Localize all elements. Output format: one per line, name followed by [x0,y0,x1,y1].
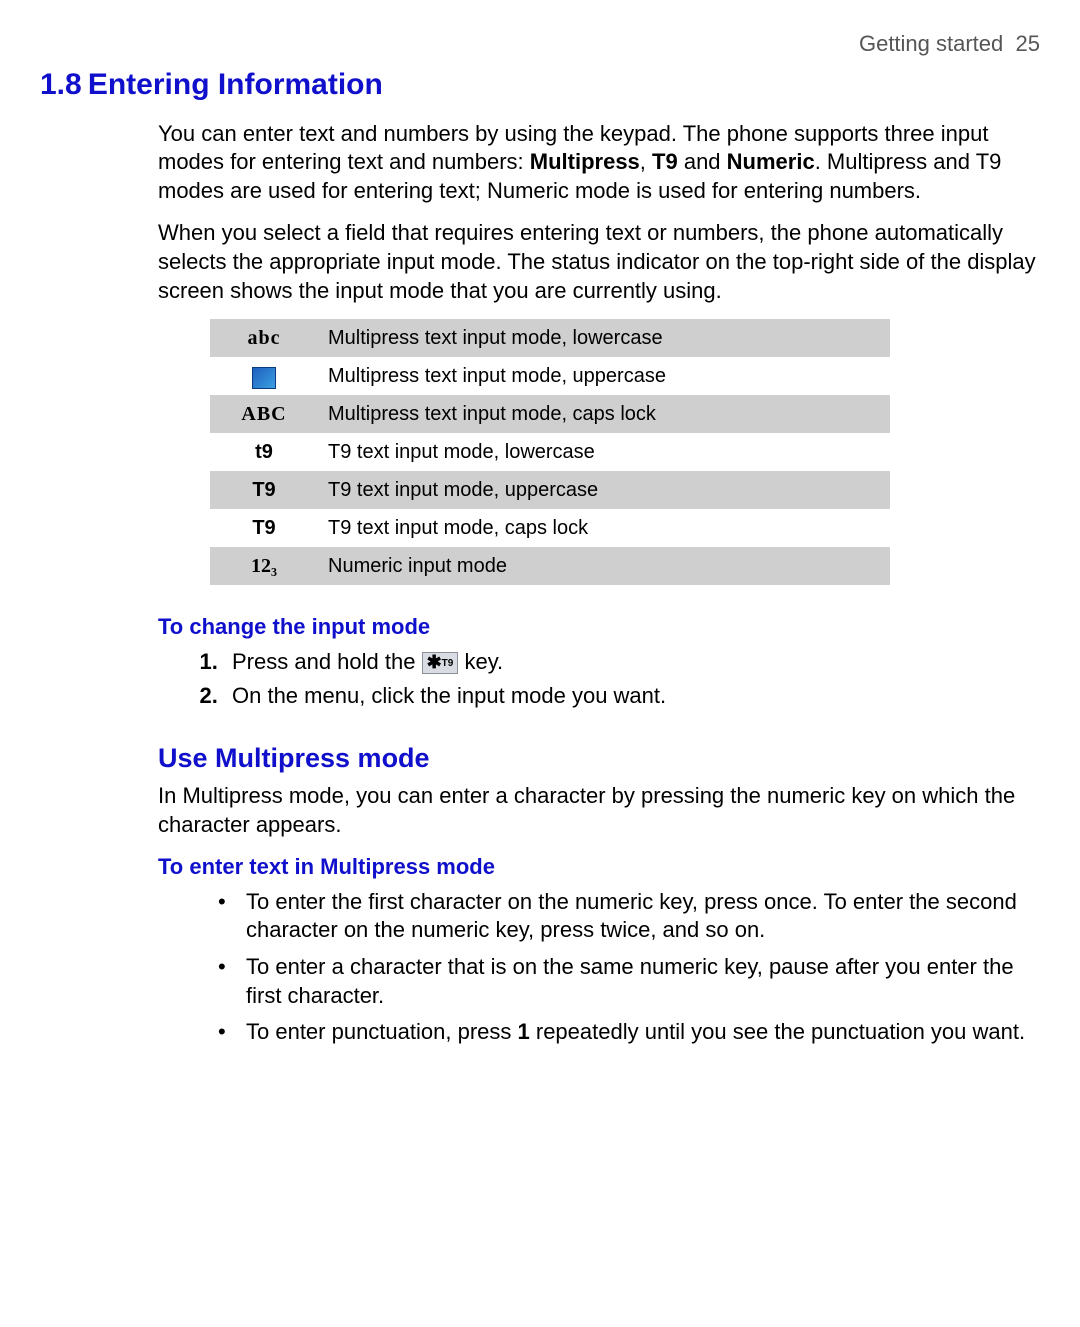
mode-name-multipress: Multipress [530,149,640,174]
t9-uppercase-icon: T9 [252,479,275,501]
table-row: ABC Multipress text input mode, caps loc… [210,395,890,433]
header-page-number: 25 [1016,31,1040,56]
section-title: Entering Information [88,68,383,101]
multipress-intro: In Multipress mode, you can enter a char… [158,782,1040,839]
use-multipress-heading: Use Multipress mode [158,741,1040,776]
change-mode-steps: Press and hold the ✱T9 key. On the menu,… [158,648,1040,711]
list-item: To enter the first character on the nume… [218,888,1040,945]
list-item: To enter a character that is on the same… [218,953,1040,1010]
multipress-capslock-icon: ABC [241,403,286,425]
step-item: On the menu, click the input mode you wa… [224,682,1040,711]
table-row: t9 T9 text input mode, lowercase [210,433,890,471]
table-row: abc Multipress text input mode, lowercas… [210,319,890,357]
table-row: T9 T9 text input mode, caps lock [210,509,890,547]
mode-description: Numeric input mode [314,547,890,585]
table-row: 12₃ Numeric input mode [210,547,890,585]
mode-description: Multipress text input mode, uppercase [314,357,890,395]
list-item: To enter punctuation, press 1 repeatedly… [218,1018,1040,1047]
input-mode-table: abc Multipress text input mode, lowercas… [210,319,890,585]
mode-description: T9 text input mode, caps lock [314,509,890,547]
key-1: 1 [518,1019,530,1044]
table-row: T9 T9 text input mode, uppercase [210,471,890,509]
mode-description: Multipress text input mode, lowercase [314,319,890,357]
mode-description: T9 text input mode, uppercase [314,471,890,509]
table-row: Multipress text input mode, uppercase [210,357,890,395]
multipress-uppercase-icon [252,367,276,389]
page-header: Getting started 25 [40,30,1040,59]
header-section: Getting started [859,31,1003,56]
numeric-mode-icon: 12₃ [251,555,277,577]
intro-paragraph-1: You can enter text and numbers by using … [158,120,1040,206]
enter-text-multipress-heading: To enter text in Multipress mode [158,853,1040,882]
star-t9-key-icon: ✱T9 [422,652,459,674]
t9-capslock-icon: T9 [252,517,275,539]
intro-paragraph-2: When you select a field that requires en… [158,219,1040,305]
change-input-mode-heading: To change the input mode [158,613,1040,642]
mode-description: Multipress text input mode, caps lock [314,395,890,433]
section-heading: 1.8 Entering Information [40,65,1040,104]
mode-description: T9 text input mode, lowercase [314,433,890,471]
multipress-lowercase-icon: abc [248,327,281,349]
section-number: 1.8 [40,68,82,101]
mode-name-t9: T9 [652,149,678,174]
t9-lowercase-icon: t9 [255,441,273,463]
multipress-bullets: To enter the first character on the nume… [158,888,1040,1047]
mode-name-numeric: Numeric [727,149,815,174]
step-item: Press and hold the ✱T9 key. [224,648,1040,677]
